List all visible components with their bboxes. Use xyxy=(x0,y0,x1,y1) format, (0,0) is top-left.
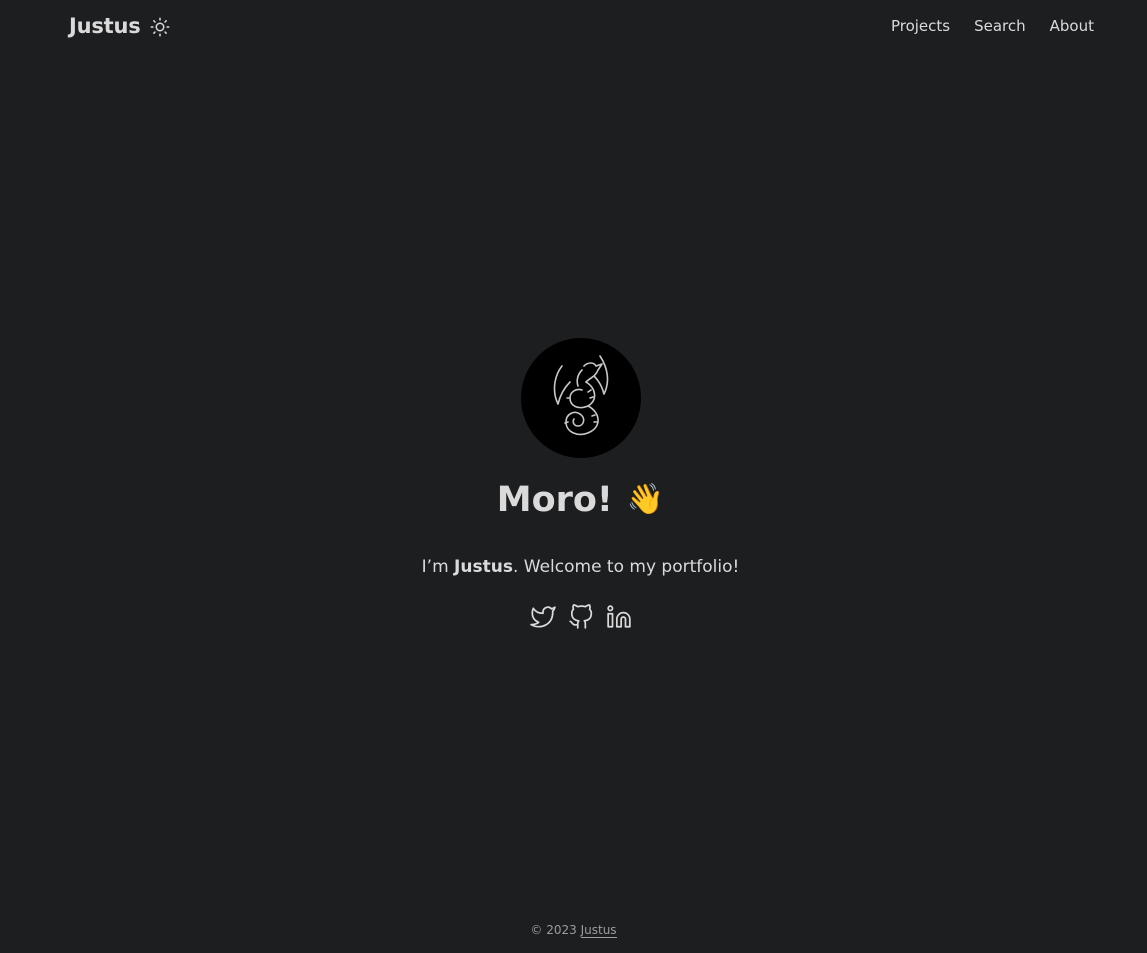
copyright-text: © 2023 xyxy=(530,923,581,937)
main-nav: Projects Search About xyxy=(891,17,1094,35)
home-hero: Moro! 👋 I’m Justus. Welcome to my portfo… xyxy=(0,338,1147,630)
site-logo[interactable]: Justus xyxy=(69,14,141,38)
dragon-icon xyxy=(548,352,614,444)
intro-text: I’m Justus. Welcome to my portfolio! xyxy=(422,557,740,577)
footer-author-link[interactable]: Justus xyxy=(580,923,617,938)
twitter-icon[interactable] xyxy=(529,604,556,630)
github-icon[interactable] xyxy=(568,604,594,630)
sun-icon[interactable] xyxy=(150,17,170,37)
intro-suffix: . Welcome to my portfolio! xyxy=(512,557,740,578)
linkedin-icon[interactable] xyxy=(606,604,632,630)
avatar xyxy=(520,338,641,458)
greeting-text: Moro! xyxy=(496,480,613,520)
intro-prefix: I’m xyxy=(421,557,455,578)
greeting-heading: Moro! 👋 xyxy=(497,480,665,520)
site-footer: © 2023 Justus xyxy=(0,923,1147,938)
social-links xyxy=(529,604,632,630)
intro-name: Justus xyxy=(454,557,513,578)
site-header: Justus Projects Search About xyxy=(0,0,1147,54)
nav-about[interactable]: About xyxy=(1050,17,1094,35)
nav-search[interactable]: Search xyxy=(974,17,1026,35)
nav-projects[interactable]: Projects xyxy=(891,17,950,35)
waving-hand-emoji: 👋 xyxy=(626,482,665,517)
